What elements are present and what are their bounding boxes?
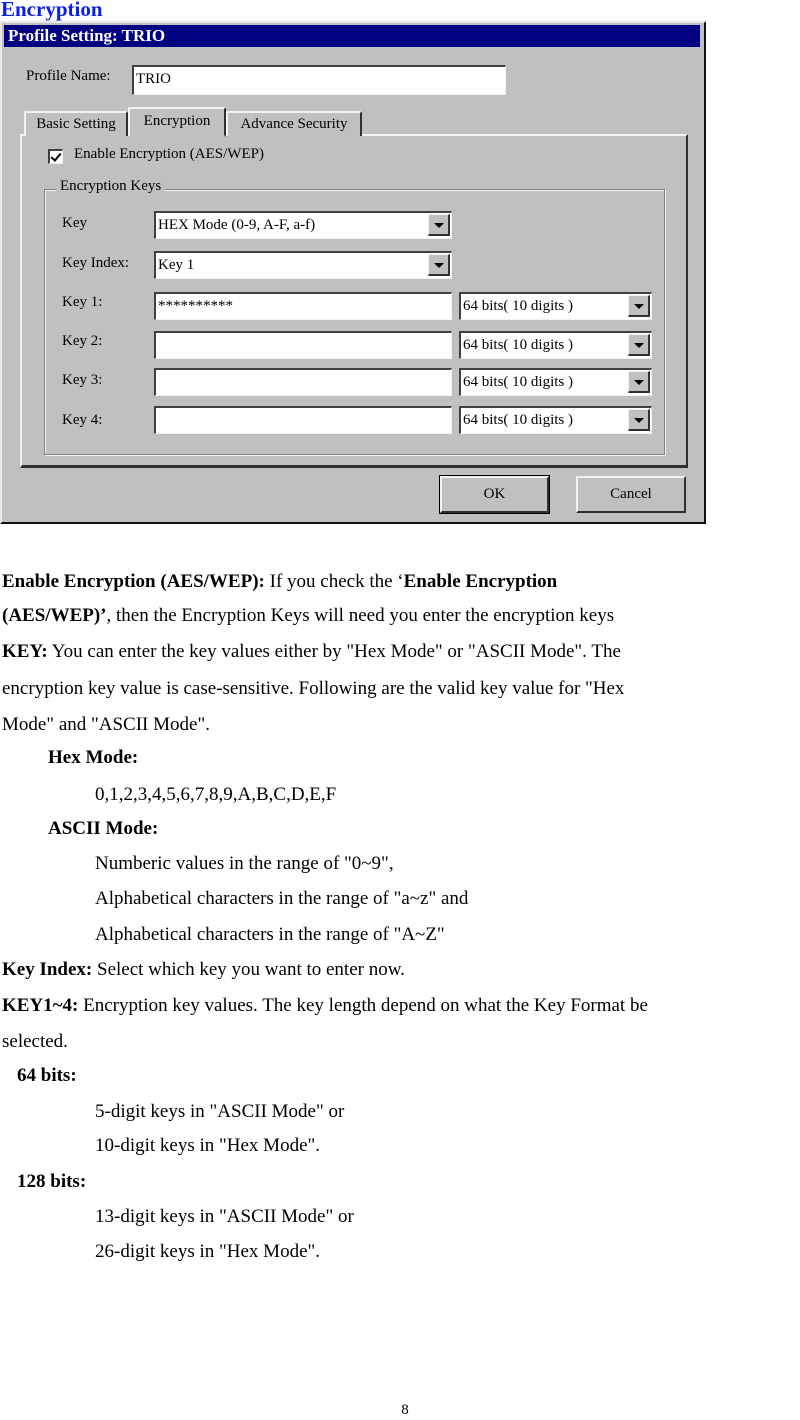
key-1-label: Key 1:	[62, 294, 103, 310]
ascii-mode-line: Alphabetical characters in the range of …	[95, 924, 445, 945]
key-mode-value: HEX Mode (0-9, A-F, a-f)	[158, 217, 316, 233]
enable-encryption-label[interactable]: Enable Encryption (AES/WEP)	[74, 146, 264, 163]
key-4-input[interactable]	[154, 406, 452, 434]
text: If you check the ‘	[264, 571, 404, 592]
enable-encryption-paragraph-cont: (AES/WEP)’, then the Encryption Keys wil…	[2, 604, 614, 628]
key-index-paragraph: Key Index: Select which key you want to …	[2, 958, 405, 982]
key-paragraph: KEY: You can enter the key values either…	[2, 640, 621, 664]
key14-paragraph: KEY1~4: Encryption key values. The key l…	[2, 994, 648, 1018]
key-4-length-value: 64 bits( 10 digits )	[463, 412, 574, 428]
term: (AES/WEP)’	[2, 605, 107, 626]
key-paragraph-line2: encryption key value is case-sensitive. …	[2, 678, 625, 699]
bits128-line: 26-digit keys in "Hex Mode".	[95, 1241, 321, 1262]
section-title: Encryption	[1, 0, 103, 21]
profile-name-input[interactable]: TRIO	[132, 65, 506, 95]
key-3-input[interactable]	[154, 368, 452, 396]
bits128-heading: 128 bits:	[17, 1170, 86, 1194]
dialog-title-bar: Profile Setting: TRIO	[4, 25, 700, 47]
key-2-input[interactable]	[154, 331, 452, 359]
bits64-line: 5-digit keys in "ASCII Mode" or	[95, 1101, 345, 1122]
hex-mode-heading: Hex Mode:	[48, 746, 138, 770]
key-3-length-select[interactable]: 64 bits( 10 digits )	[459, 368, 652, 396]
key-1-input[interactable]: **********	[154, 292, 452, 320]
heading: 64 bits:	[17, 1065, 77, 1086]
bits128-line: 13-digit keys in "ASCII Mode" or	[95, 1206, 354, 1227]
term: Enable Encryption (AES/WEP):	[2, 571, 265, 592]
key-2-length-value: 64 bits( 10 digits )	[463, 337, 574, 353]
chevron-down-icon[interactable]	[628, 409, 650, 431]
key-index-value: Key 1	[158, 257, 195, 273]
text: Encryption key values. The key length de…	[78, 995, 648, 1016]
bits64-line: 10-digit keys in "Hex Mode".	[95, 1135, 321, 1156]
profile-name-label: Profile Name:	[26, 68, 111, 84]
key-1-length-select[interactable]: 64 bits( 10 digits )	[459, 292, 652, 320]
key-4-label: Key 4:	[62, 412, 103, 428]
chevron-down-icon[interactable]	[428, 254, 450, 276]
tab-advance-security[interactable]: Advance Security	[226, 111, 362, 136]
term: KEY1~4:	[2, 995, 79, 1016]
heading: Hex Mode:	[48, 747, 139, 768]
chevron-down-icon[interactable]	[428, 214, 450, 236]
ascii-mode-line: Alphabetical characters in the range of …	[95, 888, 469, 909]
key-mode-select[interactable]: HEX Mode (0-9, A-F, a-f)	[154, 211, 452, 239]
cancel-button[interactable]: Cancel	[576, 476, 686, 513]
key14-paragraph-line2: selected.	[2, 1031, 68, 1052]
enable-encryption-checkbox[interactable]	[48, 149, 63, 164]
heading: ASCII Mode:	[48, 818, 159, 839]
key-paragraph-line3: Mode" and "ASCII Mode".	[2, 714, 210, 735]
bits64-heading: 64 bits:	[17, 1064, 77, 1088]
key-index-label: Key Index:	[62, 255, 130, 271]
ascii-mode-heading: ASCII Mode:	[48, 817, 158, 841]
text: , then the Encryption Keys will need you…	[106, 605, 615, 626]
text: Select which key you want to enter now.	[92, 959, 405, 980]
chevron-down-icon[interactable]	[628, 295, 650, 317]
key-2-length-select[interactable]: 64 bits( 10 digits )	[459, 331, 652, 359]
key-index-select[interactable]: Key 1	[154, 251, 452, 279]
hex-mode-values: 0,1,2,3,4,5,6,7,8,9,A,B,C,D,E,F	[95, 784, 337, 805]
ascii-mode-line: Numberic values in the range of "0~9",	[95, 853, 394, 874]
key-3-label: Key 3:	[62, 372, 103, 388]
ok-button[interactable]: OK	[439, 475, 550, 514]
heading: 128 bits:	[17, 1171, 87, 1192]
key-4-length-select[interactable]: 64 bits( 10 digits )	[459, 406, 652, 434]
key-mode-label: Key	[62, 215, 87, 231]
tab-encryption[interactable]: Encryption	[128, 107, 226, 137]
term: Key Index:	[2, 959, 93, 980]
chevron-down-icon[interactable]	[628, 371, 650, 393]
encryption-keys-group-title: Encryption Keys	[56, 178, 166, 195]
key-2-label: Key 2:	[62, 333, 103, 349]
page-number: 8	[401, 1402, 409, 1418]
enable-encryption-paragraph: Enable Encryption (AES/WEP): If you chec…	[2, 570, 557, 594]
term: KEY:	[2, 641, 48, 662]
term: Enable Encryption	[403, 571, 558, 592]
key-1-length-value: 64 bits( 10 digits )	[463, 298, 574, 314]
text: You can enter the key values either by "…	[47, 641, 621, 662]
key-3-length-value: 64 bits( 10 digits )	[463, 374, 574, 390]
tab-basic-setting[interactable]: Basic Setting	[24, 111, 128, 136]
chevron-down-icon[interactable]	[628, 334, 650, 356]
